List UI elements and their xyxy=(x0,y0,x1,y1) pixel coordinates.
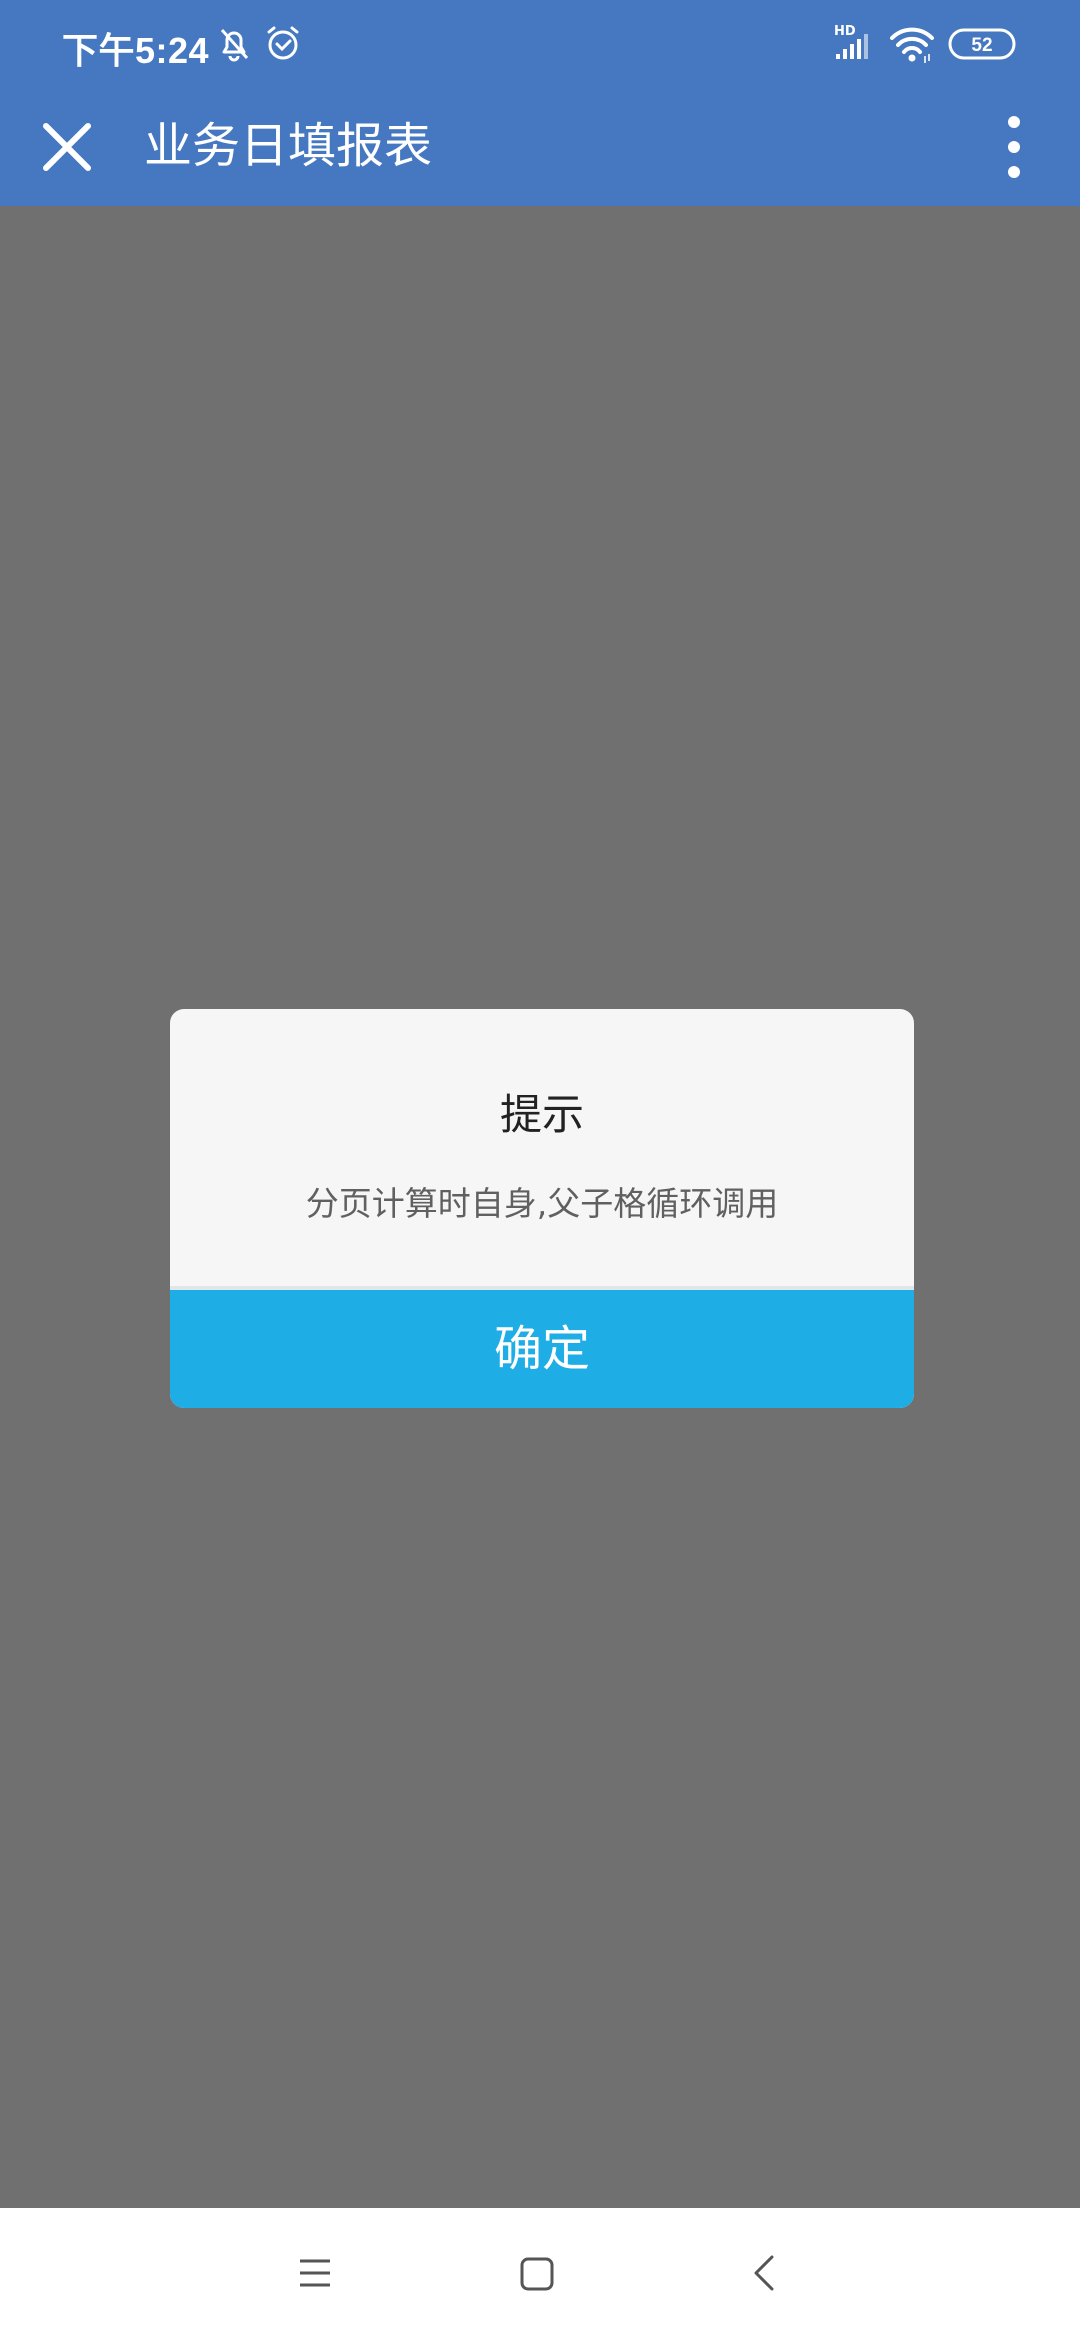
bell-muted-icon xyxy=(214,24,254,68)
recent-apps-button[interactable] xyxy=(284,2244,344,2304)
hd-signal-icon: HD xyxy=(832,22,878,66)
network-label: HD xyxy=(834,24,856,39)
close-button[interactable] xyxy=(30,110,104,184)
system-nav-bar xyxy=(0,2208,1080,2340)
app-bar: 业务日填报表 xyxy=(0,88,1080,206)
menu-icon xyxy=(300,2259,330,2287)
home-button[interactable] xyxy=(507,2244,567,2304)
more-options-button[interactable] xyxy=(988,108,1040,186)
home-icon xyxy=(520,2257,554,2291)
alarm-icon xyxy=(263,23,303,67)
dialog-title: 提示 xyxy=(499,1090,584,1139)
back-icon xyxy=(754,2255,774,2291)
dialog-message: 分页计算时自身,父子格循环调用 xyxy=(305,1184,779,1223)
more-vertical-icon xyxy=(1008,116,1020,178)
page-title: 业务日填报表 xyxy=(144,118,433,174)
close-icon xyxy=(43,123,91,171)
back-button[interactable] xyxy=(734,2244,794,2304)
alert-dialog: 提示 分页计算时自身,父子格循环调用 确定 xyxy=(170,1009,914,1408)
battery-level: 52 xyxy=(971,35,992,56)
status-bar: 下午5:24 HD 52 xyxy=(0,0,1080,88)
status-time: 下午5:24 xyxy=(62,30,210,71)
battery-icon: 52 xyxy=(948,28,1020,64)
wifi-icon xyxy=(888,24,936,68)
confirm-button[interactable]: 确定 xyxy=(170,1290,914,1408)
